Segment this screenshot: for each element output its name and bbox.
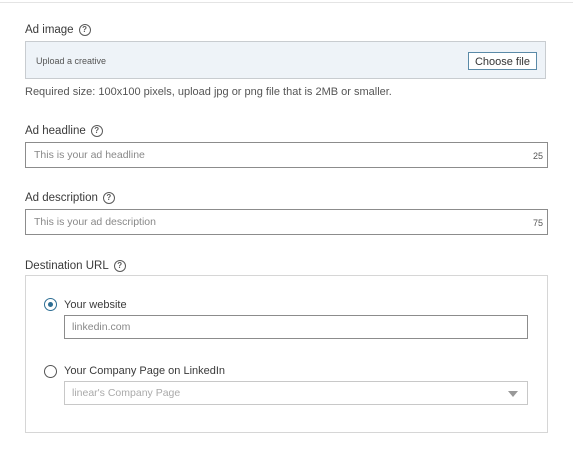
destination-url-label-row: Destination URL ? — [25, 260, 126, 272]
ad-image-upload-area[interactable]: Upload a creative Choose file — [25, 41, 546, 79]
ad-description-placeholder: This is your ad description — [34, 216, 156, 228]
company-page-radio-label[interactable]: Your Company Page on LinkedIn — [64, 365, 225, 377]
help-icon[interactable]: ? — [90, 125, 103, 137]
ad-description-label-row: Ad description ? — [25, 192, 115, 204]
ad-headline-input[interactable]: This is your ad headline 25 — [25, 142, 548, 168]
ad-image-label: Ad image — [25, 24, 74, 36]
destination-url-label: Destination URL — [25, 260, 109, 272]
ad-description-char-count: 75 — [532, 218, 543, 228]
company-page-radio[interactable] — [44, 365, 57, 378]
website-radio[interactable] — [44, 298, 57, 311]
help-icon[interactable]: ? — [102, 192, 115, 204]
ad-headline-char-count: 25 — [532, 151, 543, 161]
website-radio-label[interactable]: Your website — [64, 299, 127, 311]
company-page-select-value: linear's Company Page — [72, 387, 181, 399]
company-page-select[interactable]: linear's Company Page — [64, 381, 528, 405]
ad-headline-placeholder: This is your ad headline — [34, 149, 145, 161]
ad-description-input[interactable]: This is your ad description 75 — [25, 209, 548, 235]
help-icon[interactable]: ? — [113, 260, 126, 272]
ad-headline-label-row: Ad headline ? — [25, 125, 103, 137]
website-url-input[interactable]: linkedin.com — [64, 315, 528, 339]
chevron-down-icon — [508, 391, 518, 397]
upload-placeholder: Upload a creative — [36, 56, 107, 66]
ad-headline-label: Ad headline — [25, 125, 86, 137]
ad-description-label: Ad description — [25, 192, 98, 204]
ad-image-requirements: Required size: 100x100 pixels, upload jp… — [25, 86, 392, 98]
ad-image-label-row: Ad image ? — [25, 24, 91, 36]
website-url-placeholder: linkedin.com — [72, 321, 131, 333]
top-divider — [0, 2, 573, 3]
help-icon[interactable]: ? — [78, 24, 91, 36]
choose-file-button[interactable]: Choose file — [467, 52, 537, 70]
